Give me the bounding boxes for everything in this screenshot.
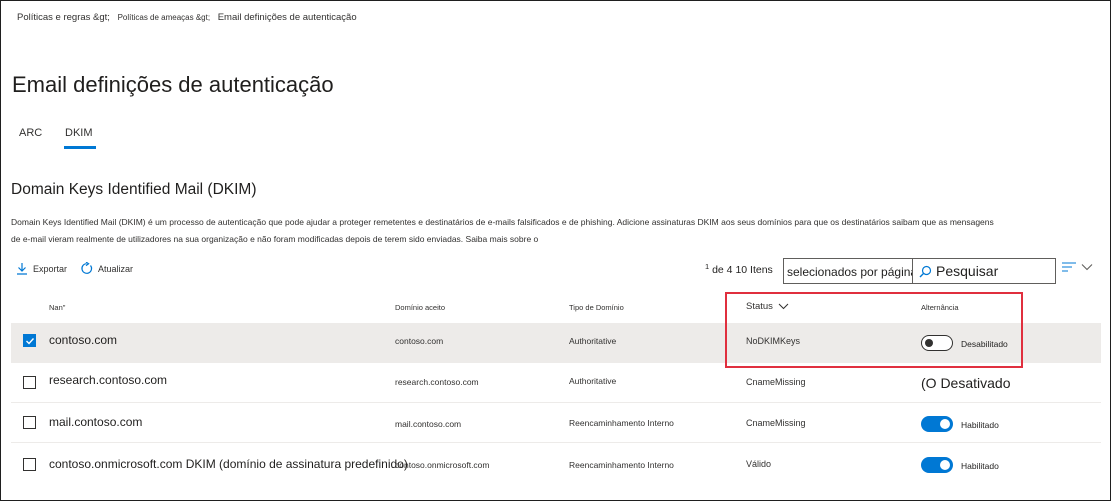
toggle-label: Habilitado <box>961 420 999 430</box>
row-domain: research.contoso.com <box>395 377 479 387</box>
refresh-label: Atualizar <box>98 263 134 274</box>
table-row[interactable]: contoso.onmicrosoft.com DKIM (domínio de… <box>11 443 1101 483</box>
breadcrumb-item-current: Email definições de autenticação <box>217 12 357 23</box>
page-title: Email definições de autenticação <box>12 72 334 97</box>
search-box[interactable] <box>912 258 1056 284</box>
dkim-toggle[interactable] <box>921 416 953 432</box>
row-domain: contoso.com <box>395 336 444 346</box>
refresh-button[interactable]: Atualizar <box>80 262 133 275</box>
active-tab-indicator <box>64 146 96 149</box>
export-label: Exportar <box>33 263 68 274</box>
row-name[interactable]: contoso.com <box>49 333 117 347</box>
row-name[interactable]: mail.contoso.com <box>49 415 142 429</box>
toggle-label[interactable]: (O Desativado <box>921 375 1010 391</box>
export-button[interactable]: Exportar <box>16 262 67 275</box>
filter-lines-icon <box>1062 262 1076 272</box>
column-header-name[interactable]: Nan" <box>49 303 65 312</box>
row-type: Reencaminhamento Interno <box>569 418 674 428</box>
row-checkbox[interactable] <box>23 458 36 471</box>
row-status: CnameMissing <box>746 418 806 428</box>
toggle-knob <box>940 419 950 429</box>
breadcrumb: Políticas e regras &gt; Políticas de ame… <box>17 12 362 23</box>
section-description: Domain Keys Identified Mail (DKIM) é um … <box>11 214 1101 248</box>
row-status: Válido <box>746 459 772 469</box>
pagination-status: 1 de 4 10 Itens <box>705 262 773 276</box>
row-domain: contoso.onmicrosoft.com <box>395 460 490 470</box>
chevron-down-icon <box>1081 264 1093 271</box>
row-status: CnameMissing <box>746 377 806 387</box>
checkmark-icon <box>26 338 35 345</box>
row-name[interactable]: contoso.onmicrosoft.com DKIM (domínio de… <box>49 457 408 471</box>
download-icon <box>17 263 27 275</box>
row-type: Reencaminhamento Interno <box>569 460 674 470</box>
filter-button[interactable] <box>1062 262 1093 272</box>
pagination-text: de 4 10 Itens <box>709 264 773 276</box>
search-input[interactable] <box>936 263 1051 279</box>
column-header-type[interactable]: Tipo de Domínio <box>569 303 624 312</box>
row-domain: mail.contoso.com <box>395 419 462 429</box>
breadcrumb-item-policies[interactable]: Políticas e regras &gt; <box>17 12 110 23</box>
table-row[interactable]: mail.contoso.com mail.contoso.com Reenca… <box>11 403 1101 443</box>
table-row[interactable]: research.contoso.com research.contoso.co… <box>11 363 1101 403</box>
description-line-2: de e-mail vieram realmente de utilizador… <box>11 234 539 244</box>
description-line-1: Domain Keys Identified Mail (DKIM) é um … <box>11 217 994 227</box>
section-title: Domain Keys Identified Mail (DKIM) <box>11 181 257 198</box>
refresh-icon <box>81 262 93 274</box>
column-header-domain[interactable]: Domínio aceito <box>395 303 445 312</box>
highlight-box <box>725 292 1023 368</box>
tab-dkim[interactable]: DKIM <box>65 127 93 139</box>
row-checkbox[interactable] <box>23 416 36 429</box>
search-icon <box>919 265 932 277</box>
breadcrumb-item-threat-policies[interactable]: Políticas de ameaças &gt; <box>118 13 211 22</box>
row-name[interactable]: research.contoso.com <box>49 373 167 387</box>
dkim-toggle[interactable] <box>921 457 953 473</box>
items-per-page-select[interactable]: selecionados por página <box>783 258 919 284</box>
tab-arc[interactable]: ARC <box>19 127 42 139</box>
row-checkbox[interactable] <box>23 376 36 389</box>
row-checkbox[interactable] <box>23 334 36 347</box>
row-type: Authoritative <box>569 336 617 346</box>
row-type: Authoritative <box>569 376 617 386</box>
toggle-label: Habilitado <box>961 461 999 471</box>
toggle-knob <box>940 460 950 470</box>
